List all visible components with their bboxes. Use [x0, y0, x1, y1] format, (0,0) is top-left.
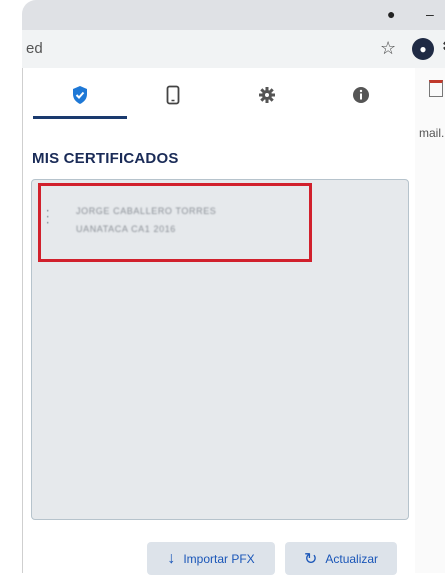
refresh-label: Actualizar	[325, 551, 379, 566]
refresh-icon: ↻	[303, 550, 318, 568]
tab-certificates[interactable]	[60, 80, 100, 110]
bookmark-star-icon[interactable]: ☆	[380, 38, 396, 59]
info-icon	[353, 87, 369, 103]
arrow-down-icon: ↓	[167, 549, 176, 567]
extension-popup: MIS CERTIFICADOS · · · JORGE CABALLERO TOR…	[22, 68, 415, 575]
extension-signer-icon[interactable]: ●	[412, 38, 434, 60]
section-title: MIS CERTIFICADOS	[32, 150, 179, 167]
refresh-button[interactable]: ↻ Actualizar	[285, 542, 397, 575]
import-pfx-label: Importar PFX	[183, 551, 255, 566]
shield-check-icon	[73, 86, 87, 104]
background-page: mail.	[414, 68, 445, 573]
address-bar[interactable]: ed ☆ ● ✱	[22, 30, 445, 69]
highlight-annotation	[38, 183, 312, 262]
url-text[interactable]: ed	[26, 40, 43, 57]
active-tab-indicator	[33, 116, 127, 119]
gear-icon	[259, 87, 275, 103]
mobile-icon	[166, 85, 180, 105]
import-pfx-button[interactable]: ↓ Importar PFX	[147, 542, 275, 575]
tab-bar	[23, 68, 415, 120]
profile-circle-icon[interactable]: ●	[387, 6, 395, 22]
tab-settings[interactable]	[247, 80, 287, 110]
tab-info[interactable]	[341, 80, 381, 110]
minimize-icon[interactable]: –	[426, 6, 434, 22]
background-email-fragment: mail.	[419, 126, 445, 140]
tab-mobile[interactable]	[153, 80, 193, 110]
calendar-icon	[429, 80, 443, 97]
browser-titlebar: ● –	[22, 0, 445, 30]
